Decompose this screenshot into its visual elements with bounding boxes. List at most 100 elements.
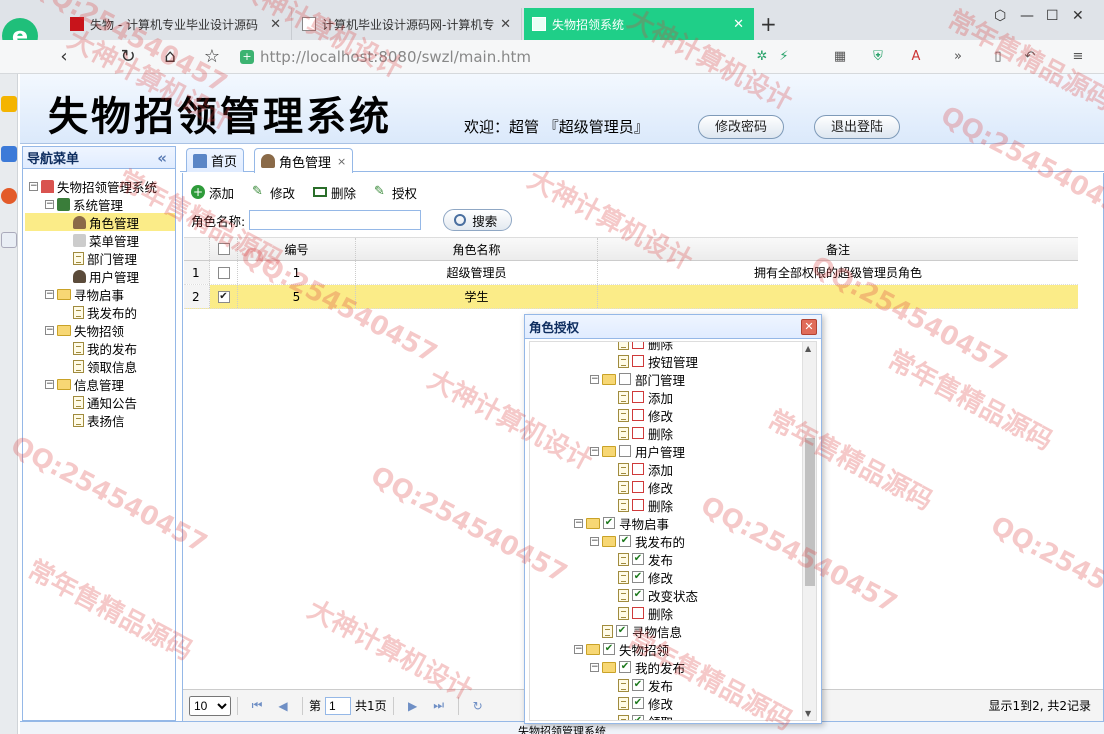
next-page-icon[interactable]: ▶ [402, 699, 424, 713]
scroll-up-icon[interactable]: ▲ [805, 344, 811, 353]
permission-checkbox[interactable] [632, 589, 644, 601]
favorites-icon[interactable] [1, 96, 17, 112]
close-tab-icon[interactable]: ✕ [270, 17, 281, 32]
permission-checkbox[interactable] [619, 535, 631, 547]
grant-button[interactable]: ✎ 授权 [374, 183, 417, 202]
tree-node-role-management[interactable]: 角色管理 [25, 213, 175, 231]
header-id[interactable]: 编号 [238, 238, 356, 260]
tree-node-root[interactable]: − 失物招领管理系统 [29, 177, 157, 195]
home-icon[interactable]: ⌂ [158, 45, 182, 69]
logout-button[interactable]: 退出登陆 [814, 115, 901, 139]
speed-icon[interactable]: ✲ [754, 49, 770, 65]
tab-home[interactable]: 首页 [186, 148, 245, 172]
permission-checkbox[interactable] [619, 661, 631, 673]
select-all-checkbox[interactable] [217, 243, 230, 255]
prev-page-icon[interactable]: ◀ [272, 699, 294, 713]
scrollbar-thumb[interactable] [805, 438, 815, 586]
reader-icon[interactable] [1, 146, 17, 162]
browser-tab-1[interactable]: 计算机毕业设计源码网-计算机专 ✕ [294, 8, 522, 40]
scrollbar[interactable]: ▲ ▼ [802, 342, 816, 720]
tree-collapse-icon[interactable]: − [45, 325, 54, 335]
change-password-button[interactable]: 修改密码 [698, 115, 785, 139]
tree-collapse-icon[interactable]: − [29, 181, 38, 191]
new-tab-button[interactable]: + [760, 12, 777, 36]
tree-node-claim-info[interactable]: 领取信息 [73, 357, 137, 375]
permission-checkbox[interactable] [632, 463, 644, 475]
permission-checkbox[interactable] [632, 679, 644, 691]
tree-collapse-icon[interactable]: − [45, 199, 54, 209]
tree-node-info-management[interactable]: − 信息管理 [45, 375, 124, 393]
permission-checkbox[interactable] [603, 517, 615, 529]
page-number-input[interactable] [325, 696, 352, 715]
permission-node[interactable]: 修改 [606, 568, 673, 586]
tree-collapse-icon[interactable]: − [590, 536, 599, 546]
permission-checkbox[interactable] [632, 355, 644, 367]
row-checkbox[interactable] [217, 266, 230, 279]
edit-button[interactable]: ✎ 修改 [252, 183, 295, 202]
permission-node[interactable]: 删除 [606, 424, 673, 442]
permission-checkbox[interactable] [632, 427, 644, 439]
tree-collapse-icon[interactable]: − [590, 662, 599, 672]
browser-tab-2[interactable]: 失物招领系统 ✕ [524, 8, 754, 40]
undo-icon[interactable]: ↶ [1022, 49, 1038, 65]
tree-node-system[interactable]: − 系统管理 [45, 195, 123, 213]
permission-checkbox[interactable] [632, 697, 644, 709]
permission-node[interactable]: 按钮管理 [606, 352, 698, 370]
delete-button[interactable]: 删除 [313, 183, 356, 202]
translate-icon[interactable]: A [908, 49, 924, 65]
phone-icon[interactable]: ▯ [990, 49, 1006, 65]
close-tab-icon[interactable]: ✕ [500, 17, 511, 32]
first-page-icon[interactable]: ⏮ [246, 698, 268, 713]
tree-collapse-icon[interactable]: − [590, 374, 599, 384]
permission-checkbox[interactable] [632, 607, 644, 619]
close-tab-icon[interactable]: ✕ [733, 17, 744, 32]
more-icon[interactable]: » [950, 49, 966, 65]
permission-node[interactable]: 删除 [606, 496, 673, 514]
reload-icon[interactable]: ↻ [116, 45, 140, 69]
row-checkbox[interactable] [217, 290, 230, 303]
tree-node-department-management[interactable]: 部门管理 [73, 249, 137, 267]
tree-node-menu-management[interactable]: 菜单管理 [73, 231, 139, 249]
close-window-icon[interactable]: ✕ [1072, 8, 1084, 24]
permission-checkbox[interactable] [632, 391, 644, 403]
permission-node[interactable]: 改变状态 [606, 586, 698, 604]
lightning-icon[interactable]: ⚡ [776, 49, 792, 65]
last-page-icon[interactable]: ⏭ [428, 698, 450, 713]
shield-icon[interactable]: ⛨ [870, 49, 886, 65]
permission-node[interactable]: − 我发布的 [590, 532, 685, 550]
address-bar[interactable]: + [240, 44, 745, 70]
permission-checkbox[interactable] [632, 409, 644, 421]
browser-tab-0[interactable]: 失物 - 计算机专业毕业设计源码 ✕ [62, 8, 292, 40]
tree-node-user-management[interactable]: 用户管理 [73, 267, 139, 285]
tree-node-my-publish[interactable]: 我的发布 [73, 339, 137, 357]
mail-icon[interactable] [1, 232, 17, 248]
refresh-icon[interactable]: ↻ [467, 699, 489, 713]
permission-node[interactable]: 删除 [606, 604, 673, 622]
header-remark[interactable]: 备注 [598, 238, 1078, 260]
permission-node[interactable]: − 用户管理 [590, 442, 685, 460]
permission-checkbox[interactable] [619, 445, 631, 457]
permission-node[interactable]: 寻物信息 [590, 622, 682, 640]
permission-checkbox[interactable] [632, 342, 644, 349]
menu-icon[interactable]: ≡ [1070, 49, 1086, 65]
role-name-input[interactable] [249, 210, 422, 230]
tree-collapse-icon[interactable]: − [45, 289, 54, 299]
table-row[interactable]: 2 5 学生 [184, 285, 1078, 309]
tree-collapse-icon[interactable]: − [574, 644, 583, 654]
minimize-icon[interactable]: — [1020, 8, 1034, 24]
permission-node[interactable]: − 部门管理 [590, 370, 685, 388]
weibo-icon[interactable] [1, 188, 17, 204]
permission-node[interactable]: 修改 [606, 406, 673, 424]
tree-collapse-icon[interactable]: − [45, 379, 54, 389]
tree-collapse-icon[interactable]: − [590, 446, 599, 456]
header-role-name[interactable]: 角色名称 [356, 238, 598, 260]
permission-checkbox[interactable] [632, 553, 644, 565]
permission-node[interactable]: − 我的发布 [590, 658, 685, 676]
permission-checkbox[interactable] [632, 499, 644, 511]
search-button[interactable]: 搜索 [443, 209, 513, 231]
permission-node[interactable]: − 寻物启事 [574, 514, 669, 532]
collapse-icon[interactable]: « [157, 149, 167, 167]
permission-node[interactable]: 发布 [606, 676, 673, 694]
permission-node[interactable]: 发布 [606, 550, 673, 568]
permission-node[interactable]: − 失物招领 [574, 640, 669, 658]
